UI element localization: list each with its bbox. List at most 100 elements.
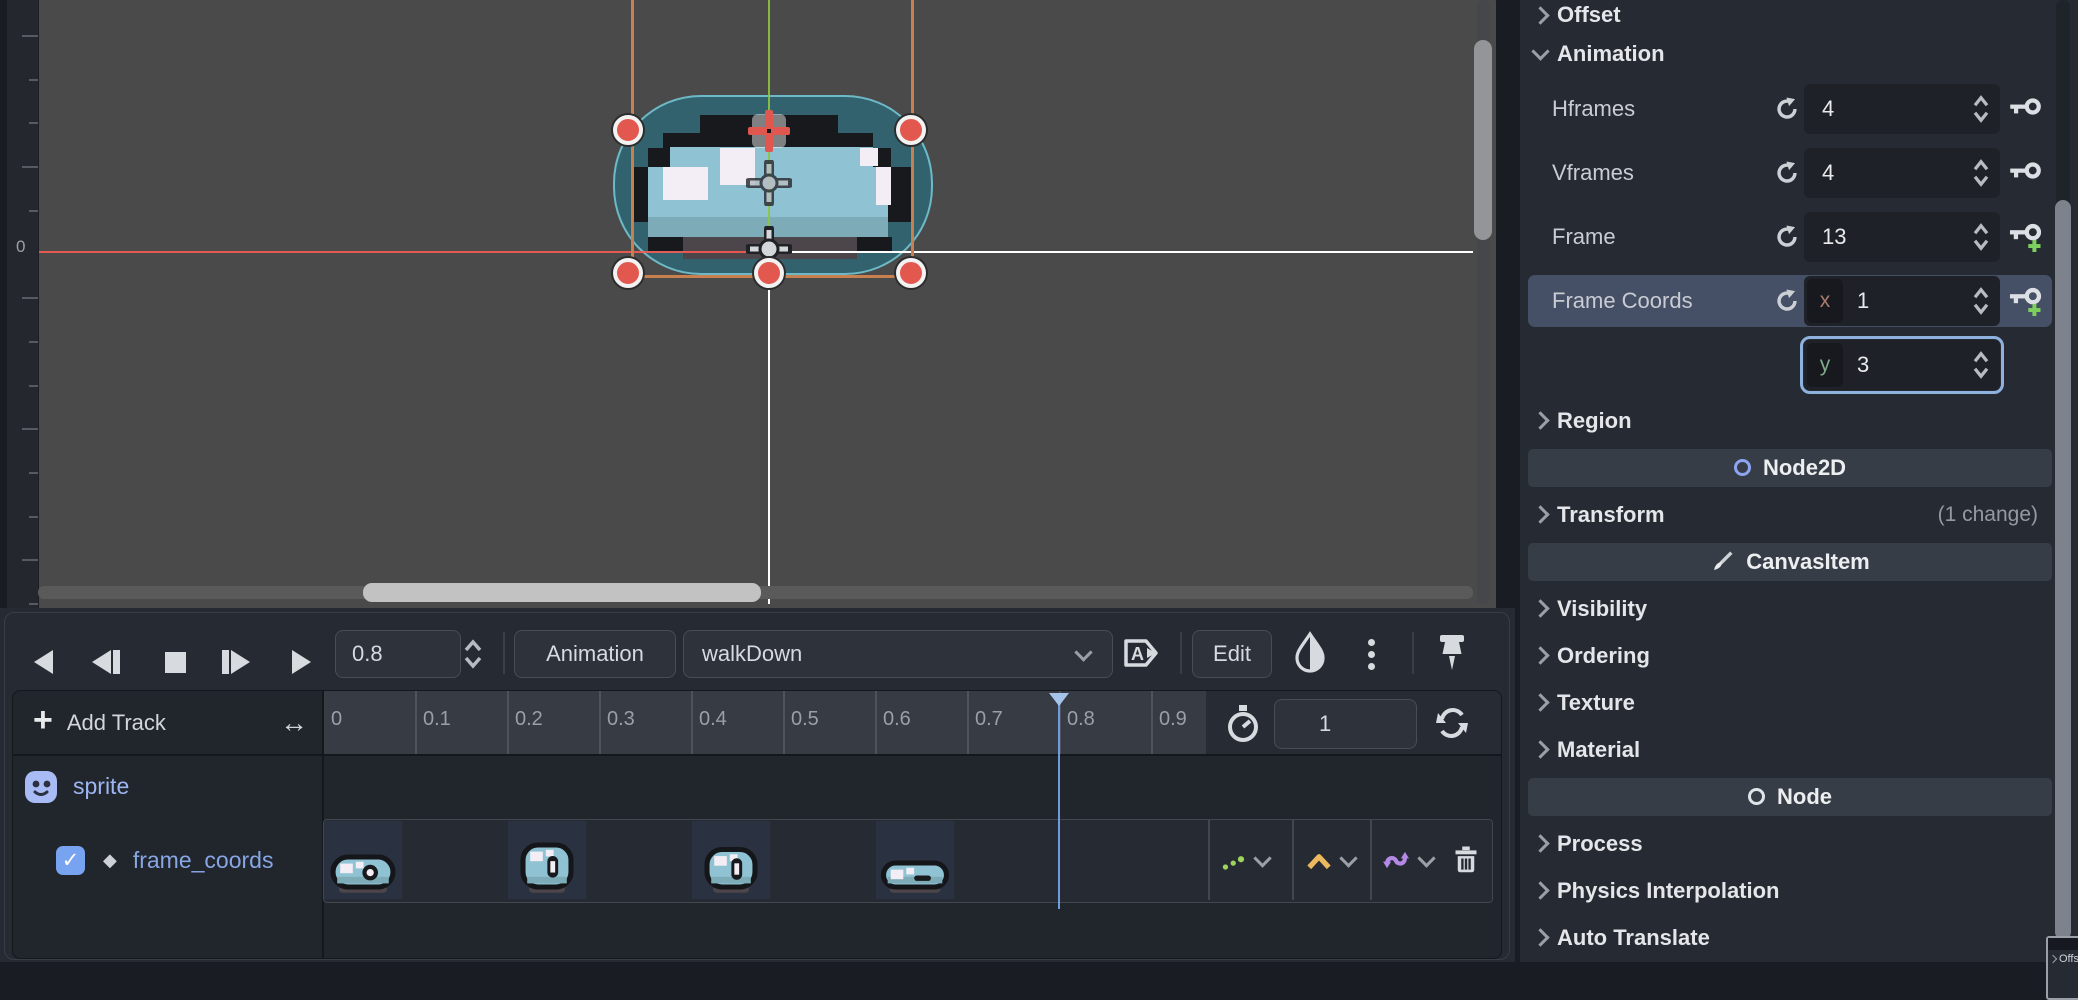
revert-icon[interactable] — [1774, 224, 1800, 250]
keyframe-0.4[interactable] — [692, 821, 770, 899]
onion-skinning-icon[interactable] — [1290, 630, 1330, 676]
autoplay-on-load-icon[interactable]: A — [1120, 634, 1168, 672]
keyframe-0[interactable] — [324, 821, 402, 899]
key-button[interactable] — [2000, 160, 2052, 187]
selection-handle-bottom-left[interactable] — [613, 258, 643, 288]
inspector-section-physics-interpolation[interactable]: Physics Interpolation — [1528, 867, 2052, 914]
interpolation-mode-button[interactable] — [1304, 820, 1355, 900]
inspector-prop-frame[interactable]: Frame 13 — [1528, 205, 2052, 269]
prop-label: Hframes — [1528, 96, 1770, 122]
revert-button[interactable] — [1770, 96, 1804, 122]
inspector-section-visibility[interactable]: Visibility — [1528, 585, 2052, 632]
inspector-section-texture[interactable]: Texture — [1528, 679, 2052, 726]
inspector-prop-vframes[interactable]: Vframes 4 — [1528, 141, 2052, 205]
kebab-menu-icon[interactable] — [1366, 636, 1376, 672]
key-button[interactable] — [2000, 223, 2052, 252]
play-from-start-button[interactable] — [214, 642, 256, 682]
pivot-marker[interactable] — [752, 114, 786, 148]
spinner-icon[interactable] — [1972, 222, 1990, 252]
prop-value: 3 — [1857, 352, 1972, 378]
inspector-scrollbar-thumb[interactable] — [2055, 200, 2071, 940]
toolbar-separator — [1180, 632, 1182, 674]
section-label: Offset — [1557, 2, 1621, 28]
ruler-tick — [29, 516, 38, 518]
inspector-prop-frame-coords[interactable]: Frame Coords x 1 — [1528, 269, 2052, 333]
spinner[interactable] — [1972, 286, 1990, 316]
inspector-prop-hframes[interactable]: Hframes 4 — [1528, 77, 2052, 141]
track-row-frame-coords[interactable]: ✓ ◆ frame_coords — [13, 819, 322, 901]
inspector-section-auto-translate[interactable]: Auto Translate — [1528, 914, 2052, 961]
prop-spinbox[interactable]: 13 — [1804, 212, 2000, 262]
inspector-section-animation[interactable]: Animation — [1528, 30, 2052, 77]
key-button[interactable] — [2000, 287, 2052, 316]
key-icon[interactable] — [2009, 96, 2043, 123]
viewport-vscrollbar-thumb[interactable] — [1474, 40, 1492, 240]
play-backwards-from-end-button[interactable] — [86, 642, 128, 682]
play-backwards-button[interactable] — [24, 642, 62, 682]
selection-handle-right[interactable] — [896, 115, 926, 145]
ruler-tick — [22, 166, 38, 168]
revert-icon[interactable] — [1774, 288, 1800, 314]
inspector-section-transform[interactable]: Transform(1 change) — [1528, 491, 2052, 538]
inspector-section-offset[interactable]: Offset — [1528, 0, 2052, 30]
key-icon[interactable] — [2009, 160, 2043, 187]
revert-button[interactable] — [1770, 160, 1804, 186]
track-row-sprite[interactable]: sprite — [13, 754, 322, 819]
key-button[interactable] — [2000, 96, 2052, 123]
revert-icon[interactable] — [1774, 160, 1800, 186]
prop-spinbox[interactable]: y 3 — [1804, 340, 2000, 390]
loop-animation-icon[interactable] — [1434, 705, 1470, 741]
playhead-line[interactable] — [1058, 693, 1060, 909]
revert-icon[interactable] — [1774, 96, 1800, 122]
prop-label: Frame — [1528, 224, 1770, 250]
prop-spinbox[interactable]: 4 — [1804, 84, 2000, 134]
inspector-section-region[interactable]: Region — [1528, 397, 2052, 444]
animation-menu-button[interactable]: Animation — [514, 630, 676, 678]
update-mode-button[interactable] — [1220, 820, 1269, 900]
key-insert-icon[interactable] — [2009, 223, 2043, 252]
keyframe-0.6[interactable] — [876, 821, 954, 899]
selection-handle-bottom-right[interactable] — [896, 258, 926, 288]
track-enabled-checkbox[interactable]: ✓ — [56, 846, 85, 875]
spinner-icon[interactable] — [1972, 286, 1990, 316]
revert-button[interactable] — [1770, 224, 1804, 250]
inspector-section-process[interactable]: Process — [1528, 820, 2052, 867]
spinner-icon[interactable] — [1972, 94, 1990, 124]
inspector-section-ordering[interactable]: Ordering — [1528, 632, 2052, 679]
keyframes-area[interactable] — [323, 819, 1493, 903]
spinner[interactable] — [1972, 158, 1990, 188]
selection-handle-bottom[interactable] — [754, 258, 784, 288]
viewport-hscrollbar-thumb[interactable] — [363, 583, 761, 602]
spinner-icon[interactable] — [1972, 350, 1990, 380]
play-button[interactable] — [282, 642, 320, 682]
2d-viewport[interactable]: 0 — [0, 0, 1496, 608]
keyframe-0.2[interactable] — [508, 821, 586, 899]
delete-track-button[interactable] — [1452, 820, 1480, 900]
chevron-right-icon — [1531, 834, 1549, 852]
timeline-zoom-icon[interactable]: ↔ — [280, 707, 308, 739]
animation-length-spinbox[interactable]: 1 — [1274, 699, 1417, 749]
edit-menu-button[interactable]: Edit — [1192, 630, 1272, 678]
prop-spinbox[interactable]: x 1 — [1804, 276, 2000, 326]
trash-icon[interactable] — [1452, 845, 1480, 875]
inspector-prop-frame-coords-y[interactable]: y 3 — [1528, 333, 2052, 397]
inspector-section-material[interactable]: Material — [1528, 726, 2052, 773]
playhead-handle[interactable] — [1049, 693, 1069, 706]
anchor-crosshair-icon[interactable] — [746, 160, 792, 206]
current-time-spinbox[interactable]: 0.8 — [335, 630, 461, 678]
key-insert-icon[interactable] — [2009, 287, 2043, 316]
spinner[interactable] — [1972, 94, 1990, 124]
stop-button[interactable] — [156, 642, 194, 682]
prop-spinbox[interactable]: 4 — [1804, 148, 2000, 198]
loop-wrap-mode-button[interactable] — [1380, 820, 1433, 900]
animation-clip-dropdown[interactable]: walkDown — [683, 630, 1113, 678]
spinner[interactable] — [1972, 222, 1990, 252]
pin-animation-icon[interactable] — [1432, 632, 1472, 676]
selection-handle-left[interactable] — [613, 115, 643, 145]
spinner-icon[interactable] — [1972, 158, 1990, 188]
popup-section-offset[interactable]: Offset — [2048, 950, 2078, 968]
spinner[interactable] — [1972, 350, 1990, 380]
revert-button[interactable] — [1770, 288, 1804, 314]
add-track-button[interactable]: + Add Track ↔ — [13, 691, 322, 754]
time-spinner-icon[interactable] — [462, 638, 484, 670]
